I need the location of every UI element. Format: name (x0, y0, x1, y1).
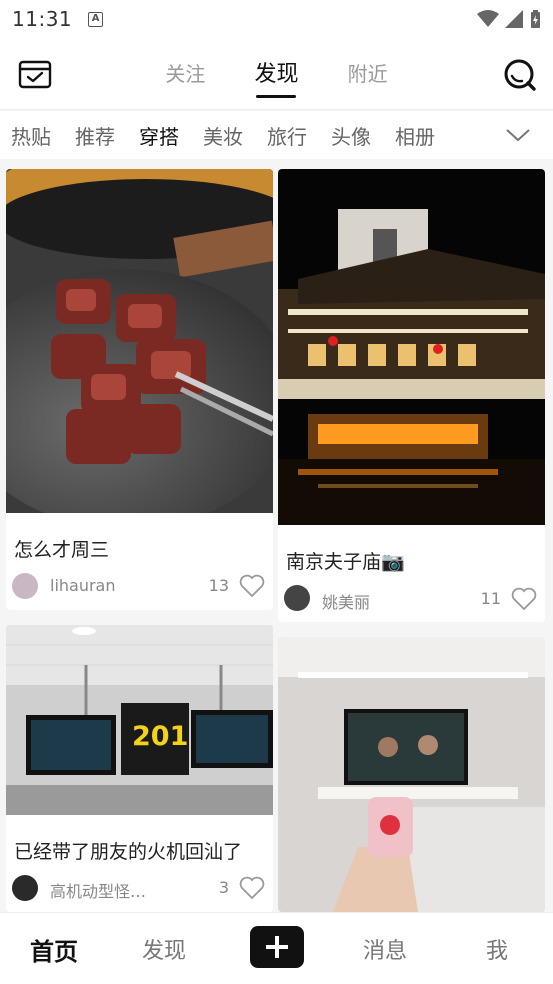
card-author[interactable]: 姚美丽 (322, 589, 370, 613)
category-makeup[interactable]: 美妆 (203, 121, 243, 150)
bottom-nav: 首页 发现 消息 我 (0, 912, 553, 984)
search-icon[interactable] (503, 58, 537, 92)
nav-me[interactable]: 我 (486, 933, 508, 965)
card-author[interactable]: 高机动型怪… (50, 878, 146, 902)
add-post-button[interactable] (250, 926, 304, 968)
like-count: 13 (208, 576, 229, 595)
hotel-tv-photo (278, 637, 545, 912)
avatar[interactable] (12, 573, 38, 599)
feed-card[interactable]: 南京夫子庙📷 姚美丽 11 (278, 169, 545, 622)
feed-card[interactable] (278, 637, 545, 912)
category-hot[interactable]: 热贴 (11, 121, 51, 150)
signal-icon (505, 10, 523, 28)
heart-icon[interactable] (511, 587, 537, 611)
heart-icon[interactable] (239, 574, 265, 598)
wifi-icon (477, 10, 499, 27)
grilled-steak-photo (6, 169, 273, 513)
feed-card[interactable]: 怎么才周三 lihauran 13 (6, 169, 273, 610)
a-icon: A (88, 11, 104, 27)
feed[interactable]: 怎么才周三 lihauran 13 南京夫子庙📷 姚美丽 11 201 已经带了… (0, 159, 553, 912)
heart-icon[interactable] (239, 876, 265, 900)
avatar[interactable] (284, 585, 310, 611)
status-icons (477, 9, 541, 29)
card-title: 南京夫子庙📷 (286, 551, 405, 573)
feed-card[interactable]: 201 已经带了朋友的火机回汕了 高机动型怪… 3 (6, 625, 273, 912)
like-count: 3 (218, 878, 229, 897)
nav-discover[interactable]: 发现 (142, 933, 186, 965)
category-bar: 热贴 推荐 穿搭 美妆 旅行 头像 相册 (0, 111, 553, 159)
avatar[interactable] (12, 875, 38, 901)
category-recommend[interactable]: 推荐 (75, 121, 115, 150)
top-tabs: 关注 发现 附近 (0, 56, 553, 98)
status-bar: 11:31 A (0, 0, 553, 38)
header: 关注 发现 附近 (0, 38, 553, 110)
nav-home[interactable]: 首页 (30, 932, 78, 967)
nav-messages[interactable]: 消息 (363, 933, 407, 965)
gate-number: 201 (132, 721, 189, 752)
card-title: 怎么才周三 (14, 539, 110, 561)
category-avatar[interactable]: 头像 (331, 121, 371, 150)
card-author[interactable]: lihauran (50, 576, 116, 595)
tab-following[interactable]: 关注 (165, 58, 205, 97)
card-title: 已经带了朋友的火机回汕了 (14, 841, 243, 863)
like-count: 11 (480, 589, 501, 608)
airport-gate-photo: 201 (6, 625, 273, 815)
nanjing-night-photo (278, 169, 545, 525)
battery-icon (531, 10, 540, 28)
chevron-down-icon[interactable] (505, 125, 531, 145)
tab-discover[interactable]: 发现 (254, 56, 298, 98)
category-album[interactable]: 相册 (395, 121, 435, 150)
category-travel[interactable]: 旅行 (267, 121, 307, 150)
category-outfit[interactable]: 穿搭 (139, 121, 179, 150)
status-time: 11:31 (12, 7, 73, 31)
tab-nearby[interactable]: 附近 (348, 58, 388, 97)
